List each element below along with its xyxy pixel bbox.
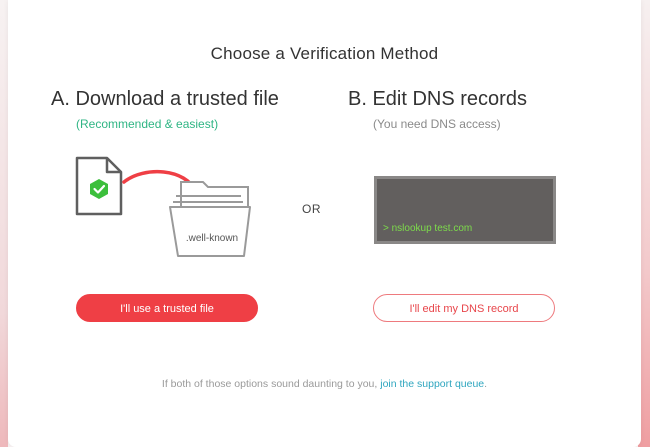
- option-b-heading: B. Edit DNS records: [348, 88, 527, 110]
- option-b-subheading: (You need DNS access): [373, 117, 501, 131]
- dialog-title: Choose a Verification Method: [210, 44, 439, 63]
- footer-text: If both of those options sound daunting …: [161, 378, 381, 390]
- support-queue-link[interactable]: join the support queue: [380, 378, 484, 390]
- edit-dns-record-button[interactable]: I'll edit my DNS record: [373, 294, 555, 322]
- footer-suffix: .: [484, 378, 488, 390]
- background-left-edge: [0, 0, 8, 447]
- verification-dialog: Choose a Verification Method A. Download…: [8, 0, 641, 447]
- folder-label: .well-known: [186, 233, 238, 244]
- terminal-command: > nslookup test.com: [383, 223, 473, 234]
- document-check-icon: [75, 156, 123, 216]
- use-trusted-file-button[interactable]: I'll use a trusted file: [76, 294, 258, 322]
- support-footer: If both of those options sound daunting …: [8, 378, 641, 390]
- or-separator: OR: [302, 202, 321, 216]
- trusted-file-illustration: .well-known: [75, 156, 251, 257]
- folder-icon: .well-known: [169, 181, 251, 257]
- terminal-preview: > nslookup test.com: [374, 176, 556, 244]
- option-a-subheading: (Recommended & easiest): [76, 117, 219, 131]
- option-a-heading: A. Download a trusted file: [51, 88, 279, 110]
